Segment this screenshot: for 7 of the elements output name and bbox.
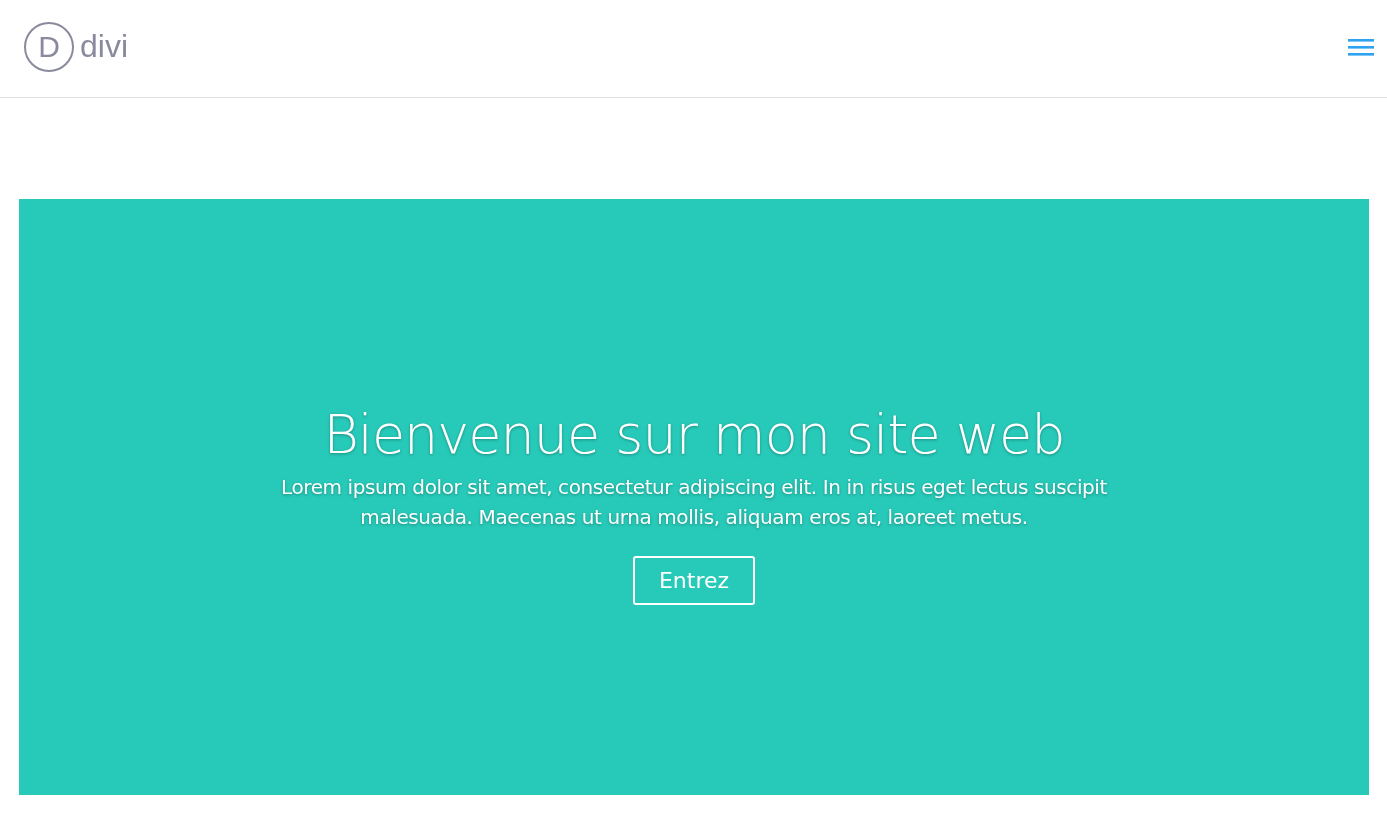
menu-icon[interactable] [1348, 36, 1374, 57]
logo-mark: D [24, 21, 74, 72]
enter-button[interactable]: Entrez [632, 556, 756, 605]
hero-text: Lorem ipsum dolor sit amet, consectetur adipiscing elit. In in risus eget lectus suscipit malesuada. Maecenas ut urna mollis, aliquam eros at, laoreet metus. [280, 474, 1108, 531]
logo-text: divi [80, 28, 128, 65]
hero-title: Bienvenue sur mon site web [323, 403, 1065, 466]
logo[interactable]: D divi [24, 21, 128, 72]
